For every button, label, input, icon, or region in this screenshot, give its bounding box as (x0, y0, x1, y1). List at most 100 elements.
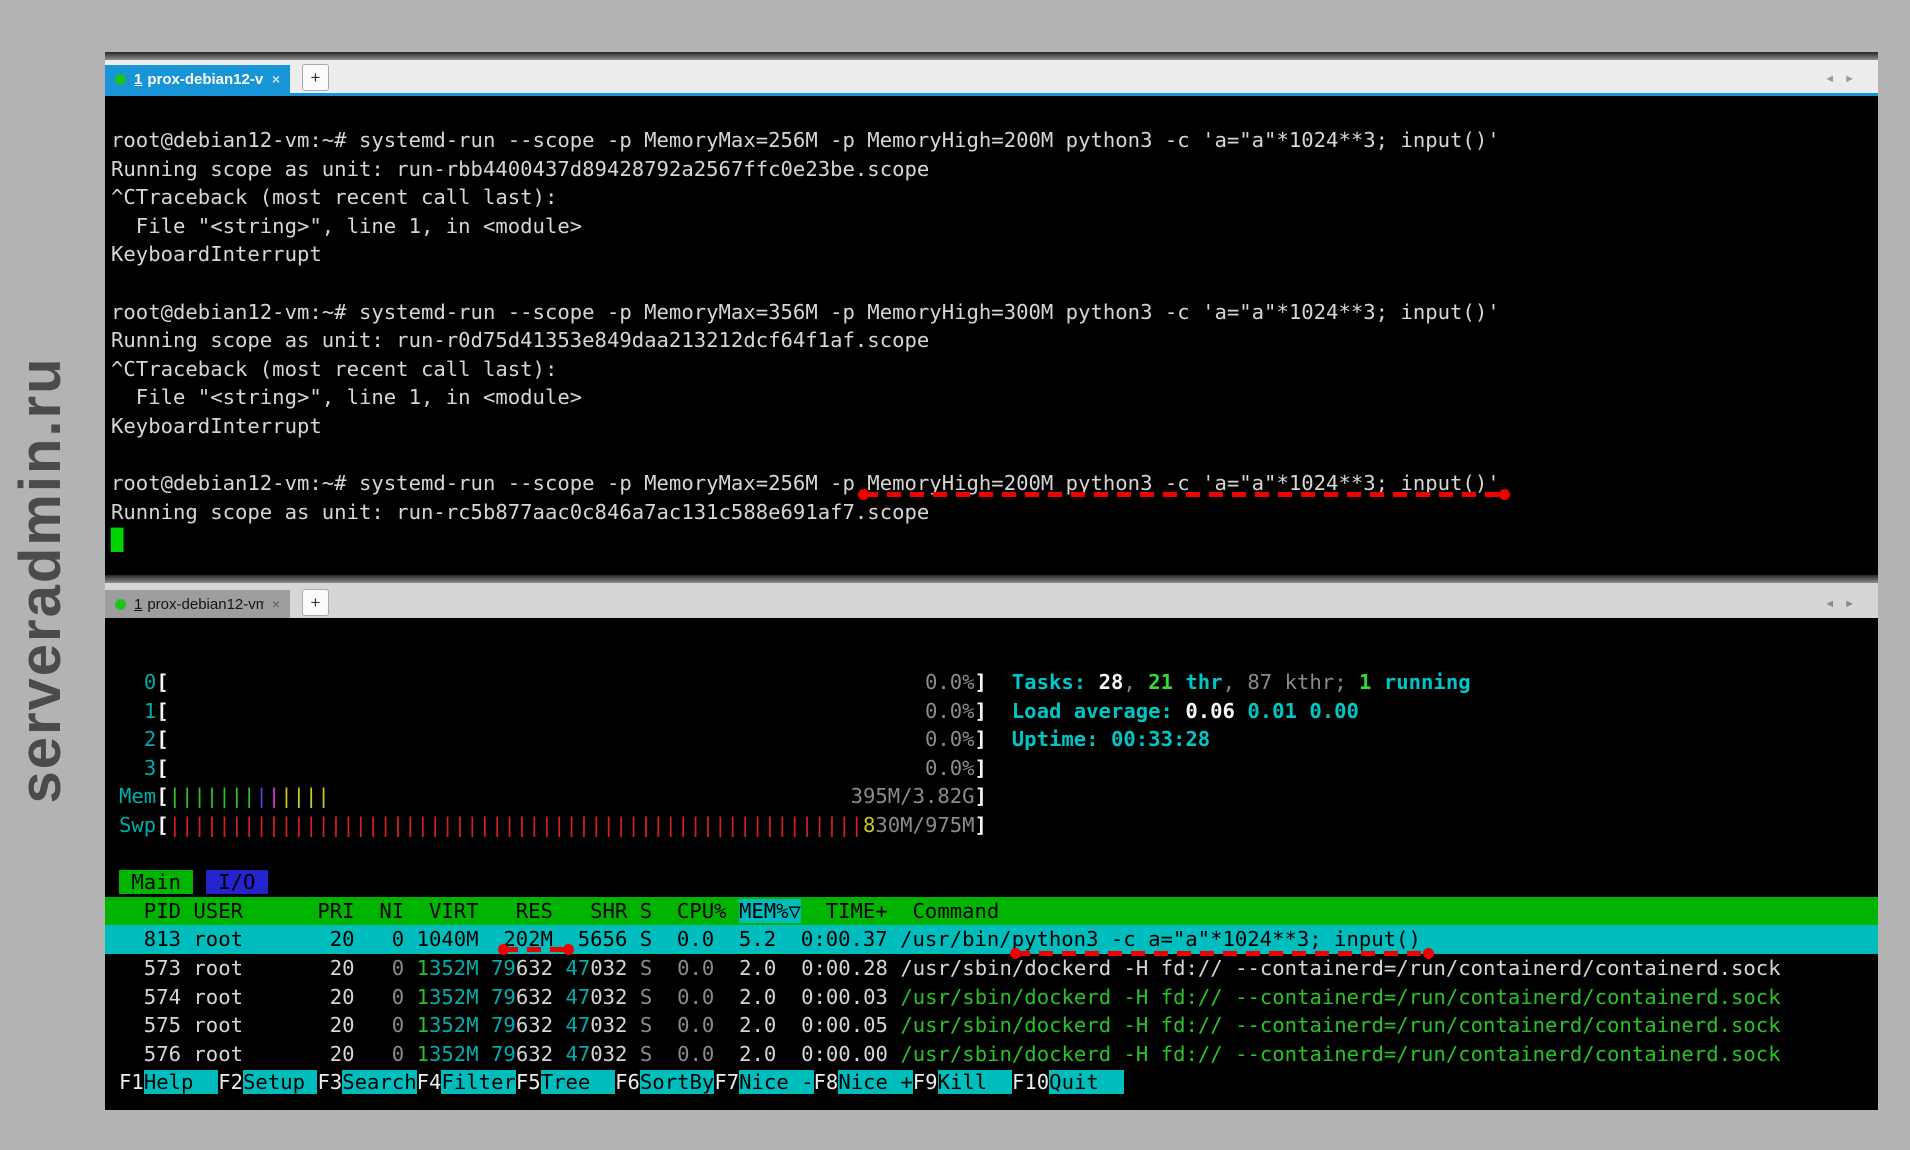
htop-pane[interactable]: 0[ 0.0%] Tasks: 28, 21 thr, 87 kthr; 1 r… (105, 618, 1878, 1110)
text-segment: 2.0 (739, 956, 776, 980)
text-segment: 3 (144, 756, 156, 780)
text-segment: 21 (1148, 670, 1173, 694)
text-segment: F6 (615, 1070, 640, 1094)
text-segment: Mem (119, 784, 156, 808)
htop-function-bar[interactable]: F1Help F2Setup F3SearchF4FilterF5Tree F6… (105, 1068, 1878, 1097)
text-segment: PID USER PRI NI VIRT RES SHR S CPU% (119, 899, 739, 923)
annotation-dashed-underline-python3-command (1016, 951, 1428, 956)
text-segment: ] (975, 727, 987, 751)
text-segment: 032 (590, 1013, 627, 1037)
text-segment: █ (111, 528, 123, 552)
text-segment: File "<string>", line 1, in <module> (111, 385, 582, 409)
text-segment: 576 root 20 (119, 1042, 355, 1066)
tab-label: prox-debian12-vm (147, 596, 263, 613)
text-segment: MEM%▽ (739, 899, 801, 923)
close-icon[interactable]: × (272, 72, 280, 86)
text-segment: TIME+ Command (801, 899, 999, 923)
process-row[interactable]: 574 root 20 0 1352M 79632 47032 S 0.0 2.… (105, 983, 1878, 1012)
text-segment: S (640, 1013, 652, 1037)
output-line: Running scope as unit: run-rbb4400437d89… (105, 155, 1878, 184)
htop-table-header[interactable]: PID USER PRI NI VIRT RES SHR S CPU% MEM%… (105, 897, 1878, 926)
text-segment: KeyboardInterrupt (111, 414, 322, 438)
annotation-dot-icon (563, 944, 574, 955)
tab-scrollers: ◄► (1824, 598, 1864, 610)
tab-prox-debian12-vm-active[interactable]: 1prox-debian12-vm × (105, 65, 290, 93)
text-segment: 1 (417, 985, 429, 1009)
mem-meter: Mem[||||||||||||| 395M/3.82G] (105, 782, 1878, 811)
cpu1-meter: 1[ 0.0%] Load average: 0.06 0.01 0.00 (105, 697, 1878, 726)
htop-screen-tabs[interactable]: Main I/O (105, 868, 1878, 897)
text-segment (553, 956, 565, 980)
text-segment (776, 985, 801, 1009)
text-segment (627, 985, 639, 1009)
process-row-selected[interactable]: 813 root 20 0 1040M 202M 5656 S 0.0 5.2 … (105, 925, 1878, 954)
text-segment: ; (1334, 670, 1359, 694)
text-segment: 0.0% (925, 756, 975, 780)
new-tab-button[interactable]: + (302, 64, 329, 91)
text-segment: 47 (565, 1042, 590, 1066)
scroll-left-icon[interactable]: ◄ (1824, 73, 1844, 85)
cpu3-meter: 3[ 0.0%] (105, 754, 1878, 783)
text-segment: 1 (144, 699, 156, 723)
text-segment: 0.0 (677, 1042, 714, 1066)
text-segment: ] (975, 813, 987, 837)
scroll-right-icon[interactable]: ► (1844, 598, 1864, 610)
scroll-right-icon[interactable]: ► (1844, 73, 1864, 85)
text-segment: 30M/975M (875, 813, 974, 837)
text-segment: 1 (1359, 670, 1371, 694)
session-active-dot-icon (115, 74, 126, 85)
text-segment: 0:00.03 (801, 985, 888, 1009)
text-segment: F3 (317, 1070, 342, 1094)
terminal-output-pane[interactable]: root@debian12-vm:~# systemd-run --scope … (105, 96, 1878, 585)
text-segment: 632 (516, 1042, 553, 1066)
scroll-left-icon[interactable]: ◄ (1824, 598, 1844, 610)
text-segment (330, 784, 851, 808)
text-segment: 575 root 20 (119, 1013, 355, 1037)
close-icon[interactable]: × (272, 597, 280, 611)
text-segment: 0.0 (677, 1013, 714, 1037)
text-segment: 28 (1099, 670, 1124, 694)
text-segment (888, 956, 900, 980)
text-segment: 00:33:28 (1111, 727, 1210, 751)
text-segment: ^CTraceback (most recent call last): (111, 185, 557, 209)
session-active-dot-icon (115, 599, 126, 610)
text-segment: [ (156, 670, 168, 694)
tab-bar-bottom: 1 prox-debian12-vm × + ◄► (105, 583, 1878, 618)
text-segment: [ (156, 699, 168, 723)
text-segment: SortBy (640, 1070, 714, 1094)
text-segment: ] (975, 699, 987, 723)
annotation-dot-icon (498, 944, 509, 955)
process-row[interactable]: 576 root 20 0 1352M 79632 47032 S 0.0 2.… (105, 1040, 1878, 1069)
text-segment: 79 (491, 1042, 516, 1066)
text-segment: 0.0 (677, 956, 714, 980)
text-segment: 0.0% (925, 727, 975, 751)
annotation-dashed-underline-memoryhigh (864, 492, 1504, 497)
text-segment: | (255, 784, 267, 808)
text-segment: root@debian12-vm:~# systemd-run --scope … (111, 128, 1500, 152)
process-row[interactable]: 575 root 20 0 1352M 79632 47032 S 0.0 2.… (105, 1011, 1878, 1040)
text-segment: F5 (516, 1070, 541, 1094)
text-segment: 0.06 (1185, 699, 1247, 723)
text-segment: 0.0% (925, 699, 975, 723)
text-segment: 032 (590, 956, 627, 980)
text-segment: 79 (491, 956, 516, 980)
text-segment: I/O (206, 870, 268, 894)
tab-prox-debian12-vm-inactive[interactable]: 1 prox-debian12-vm × (105, 590, 290, 618)
text-segment: S (640, 1042, 652, 1066)
text-segment: , (1123, 670, 1148, 694)
process-row[interactable]: 573 root 20 0 1352M 79632 47032 S 0.0 2.… (105, 954, 1878, 983)
text-segment (169, 699, 925, 723)
text-segment (355, 1013, 392, 1037)
text-segment: , 87 kthr (1223, 670, 1335, 694)
new-tab-button[interactable]: + (302, 589, 329, 616)
text-segment (553, 985, 565, 1009)
text-segment: 032 (590, 985, 627, 1009)
text-segment: F7 (714, 1070, 739, 1094)
text-segment: /usr/sbin/dockerd -H fd:// --containerd=… (900, 1042, 1780, 1066)
text-segment: [ (156, 727, 168, 751)
text-segment: 395M/3.82G (851, 784, 975, 808)
command-line: root@debian12-vm:~# systemd-run --scope … (105, 126, 1878, 155)
text-segment: Help (144, 1070, 218, 1094)
tab-index: 1 (134, 596, 142, 613)
text-segment (479, 1042, 491, 1066)
